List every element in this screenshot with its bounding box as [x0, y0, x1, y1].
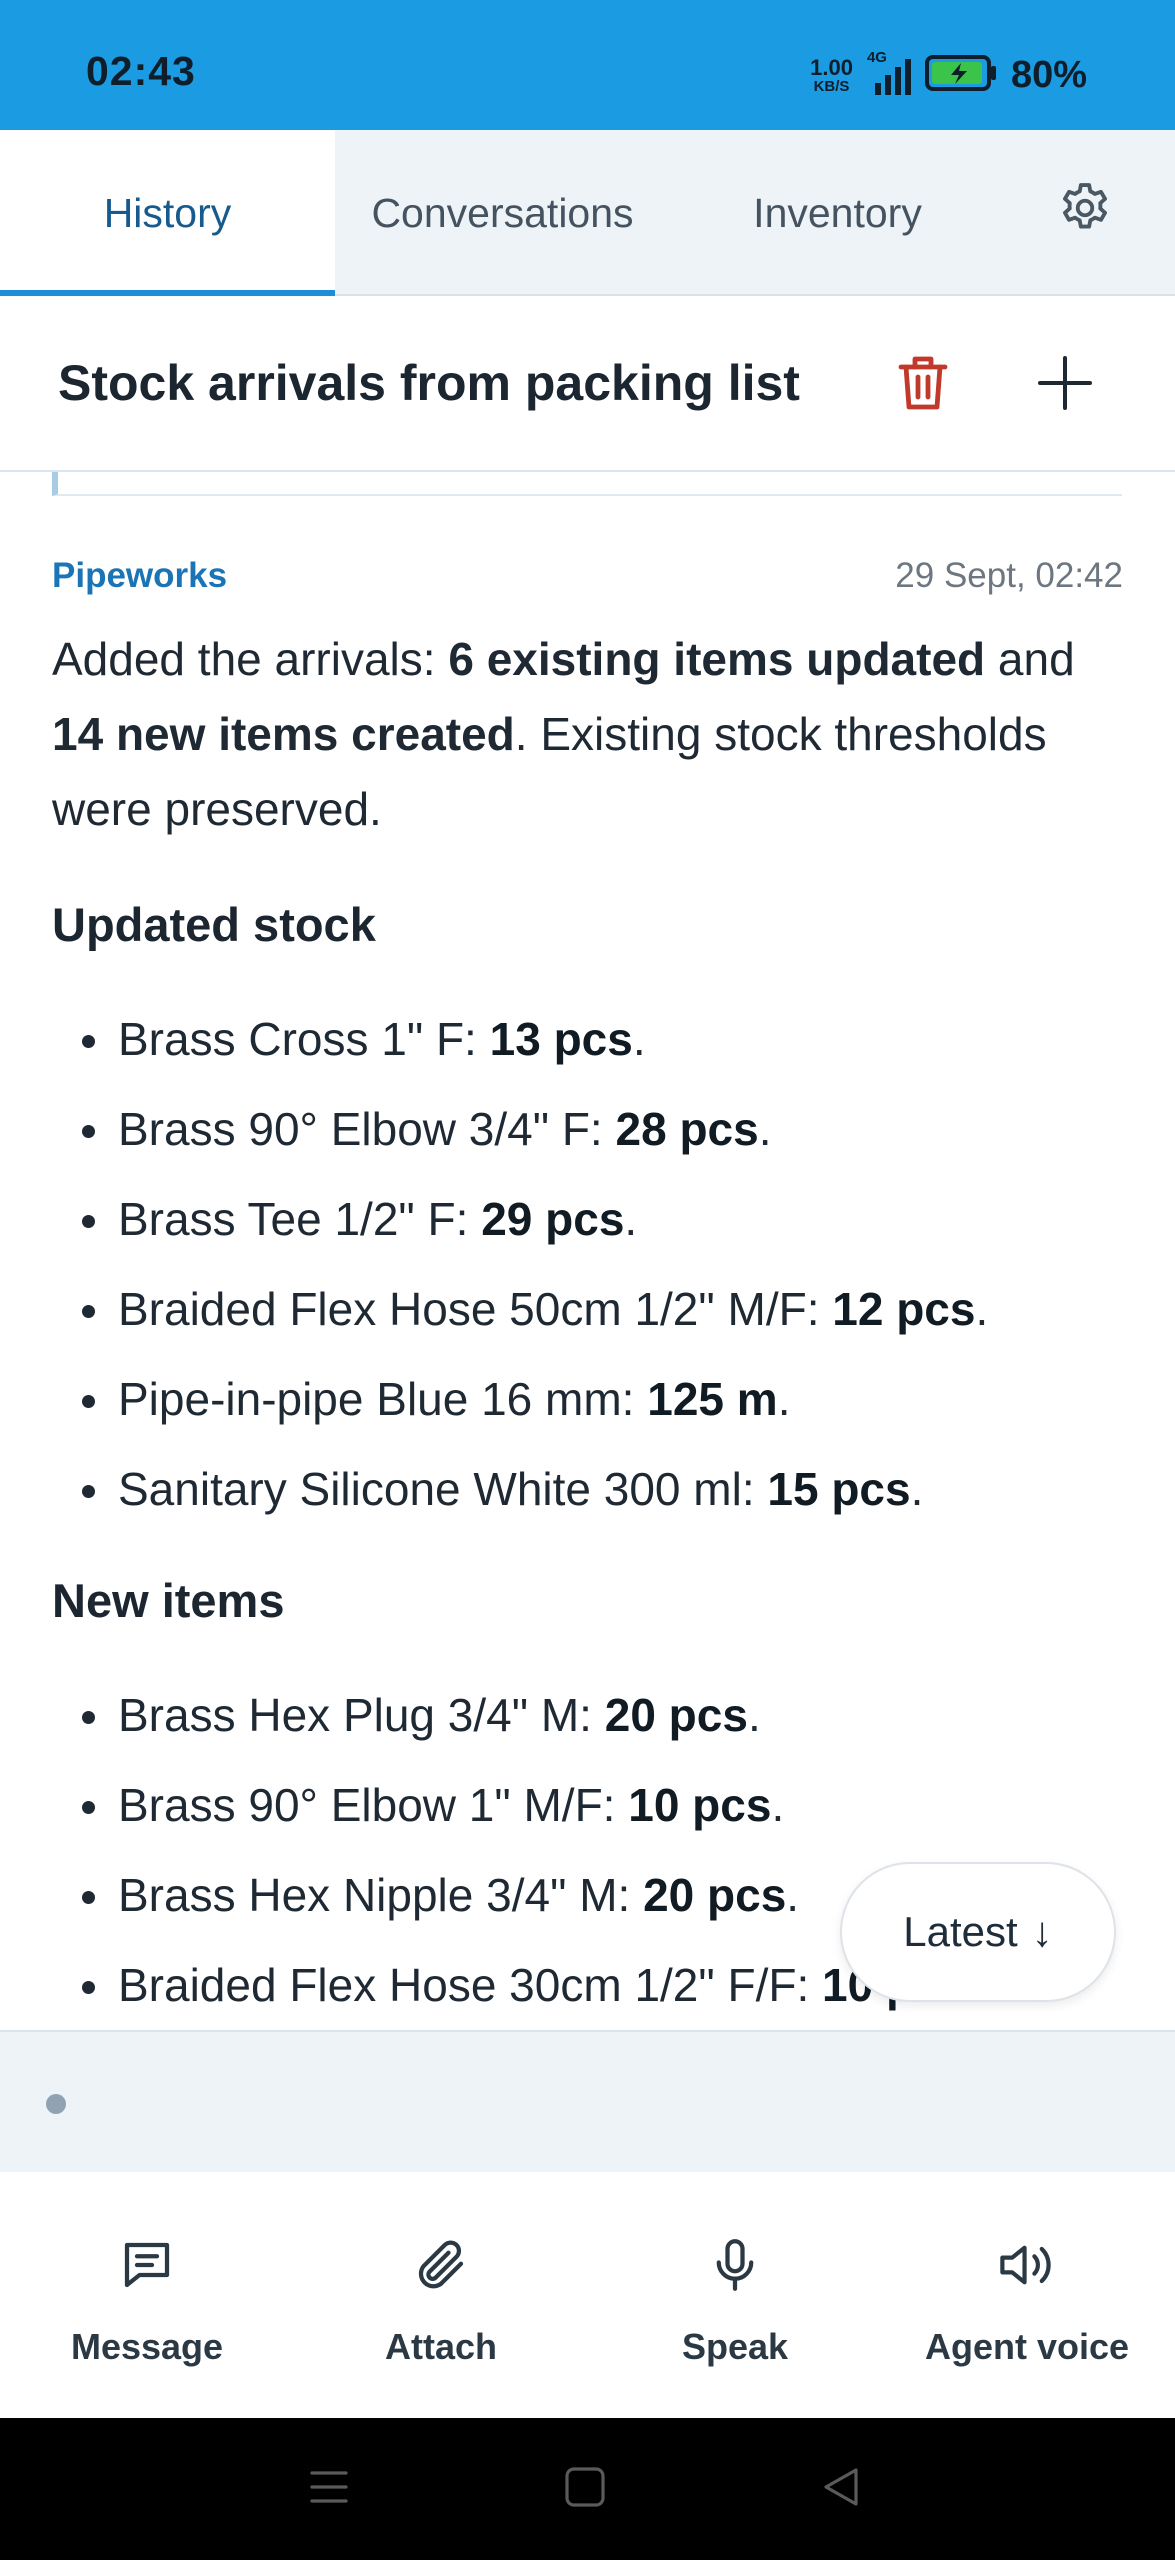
- network-speed-value: 1.00: [810, 54, 853, 80]
- list-item: Braided Flex Hose 50cm 1/2" M/F: 12 pcs.: [52, 1264, 1152, 1354]
- back-triangle-icon: [820, 2466, 862, 2513]
- page-title: Stock arrivals from packing list: [58, 355, 800, 411]
- paperclip-icon: [411, 2230, 471, 2300]
- status-dot: [46, 2094, 66, 2114]
- agent-voice-button[interactable]: Agent voice: [880, 2172, 1174, 2418]
- attach-button[interactable]: Attach: [294, 2172, 588, 2418]
- composer-area[interactable]: [0, 2030, 1175, 2172]
- arrow-down-icon: ↓: [1031, 1908, 1053, 1955]
- system-nav-bar: [0, 2418, 1175, 2560]
- network-speed-unit: KB/S: [813, 77, 850, 95]
- status-time: 02:43: [86, 48, 196, 94]
- scroll-to-latest-button[interactable]: Latest ↓: [840, 1862, 1116, 2002]
- gear-icon: [1056, 179, 1114, 247]
- agent-voice-label: Agent voice: [924, 2326, 1130, 2367]
- list-item: Brass Hex Plug 3/4" M: 20 pcs.: [52, 1670, 1152, 1760]
- speaker-icon: [995, 2230, 1059, 2300]
- trash-icon: [897, 353, 949, 418]
- updated-stock-list: Brass Cross 1" F: 13 pcs. Brass 90° Elbo…: [52, 994, 1152, 1534]
- tab-inventory[interactable]: Inventory: [670, 130, 1005, 296]
- message-icon: [117, 2230, 177, 2300]
- menu-icon: [308, 2467, 350, 2512]
- tab-conversations[interactable]: Conversations: [335, 130, 670, 296]
- recents-button[interactable]: [304, 2464, 354, 2514]
- tab-history[interactable]: History: [0, 130, 335, 298]
- action-bar: Message Attach Speak Agent voice: [0, 2172, 1175, 2418]
- plus-icon: [1036, 354, 1094, 417]
- message-summary: Added the arrivals: 6 existing items upd…: [52, 633, 1075, 835]
- settings-button[interactable]: [1040, 130, 1130, 296]
- attach-label: Attach: [384, 2326, 497, 2367]
- tab-bar: History Conversations Inventory: [0, 130, 1175, 298]
- signal-icon: 4G: [867, 49, 911, 95]
- home-square-icon: [564, 2466, 606, 2513]
- new-conversation-button[interactable]: [1030, 350, 1100, 420]
- list-item: Pipe-in-pipe Blue 16 mm: 125 m.: [52, 1354, 1152, 1444]
- latest-label: Latest: [903, 1908, 1018, 1955]
- list-item: Brass 90° Elbow 1" M/F: 10 pcs.: [52, 1760, 1152, 1850]
- message-label: Message: [70, 2326, 224, 2367]
- conversation-header: Stock arrivals from packing list: [0, 296, 1175, 472]
- network-speed: 1.00 KB/S: [810, 54, 853, 95]
- battery-icon: [924, 53, 997, 98]
- new-items-heading: New items: [52, 1574, 285, 1627]
- updated-count: 6 existing items updated: [448, 633, 986, 685]
- speak-label: Speak: [681, 2326, 789, 2367]
- list-item: Brass Tee 1/2" F: 29 pcs.: [52, 1174, 1152, 1264]
- home-button[interactable]: [560, 2464, 610, 2514]
- list-item: Sanitary Silicone White 300 ml: 15 pcs.: [52, 1444, 1152, 1534]
- message-timestamp: 29 Sept, 02:42: [895, 556, 1123, 595]
- message-button[interactable]: Message: [0, 2172, 294, 2418]
- created-count: 14 new items created: [52, 708, 515, 760]
- previous-message-edge: [52, 472, 1122, 496]
- message-list[interactable]: Pipeworks 29 Sept, 02:42 Added the arriv…: [0, 472, 1175, 2030]
- status-bar: 02:43 1.00 KB/S 4G 80%: [0, 0, 1175, 130]
- back-button[interactable]: [816, 2464, 866, 2514]
- list-item: Brass 90° Elbow 3/4" F: 28 pcs.: [52, 1084, 1152, 1174]
- list-item: Brass Cross 1" F: 13 pcs.: [52, 994, 1152, 1084]
- network-type: 4G: [866, 49, 887, 66]
- speak-button[interactable]: Speak: [588, 2172, 882, 2418]
- microphone-icon: [705, 2230, 765, 2300]
- updated-stock-heading: Updated stock: [52, 898, 376, 951]
- status-indicators: 1.00 KB/S 4G 80%: [810, 49, 1087, 100]
- message-sender: Pipeworks: [52, 556, 228, 595]
- delete-button[interactable]: [890, 352, 956, 418]
- battery-percent: 80%: [1010, 53, 1087, 96]
